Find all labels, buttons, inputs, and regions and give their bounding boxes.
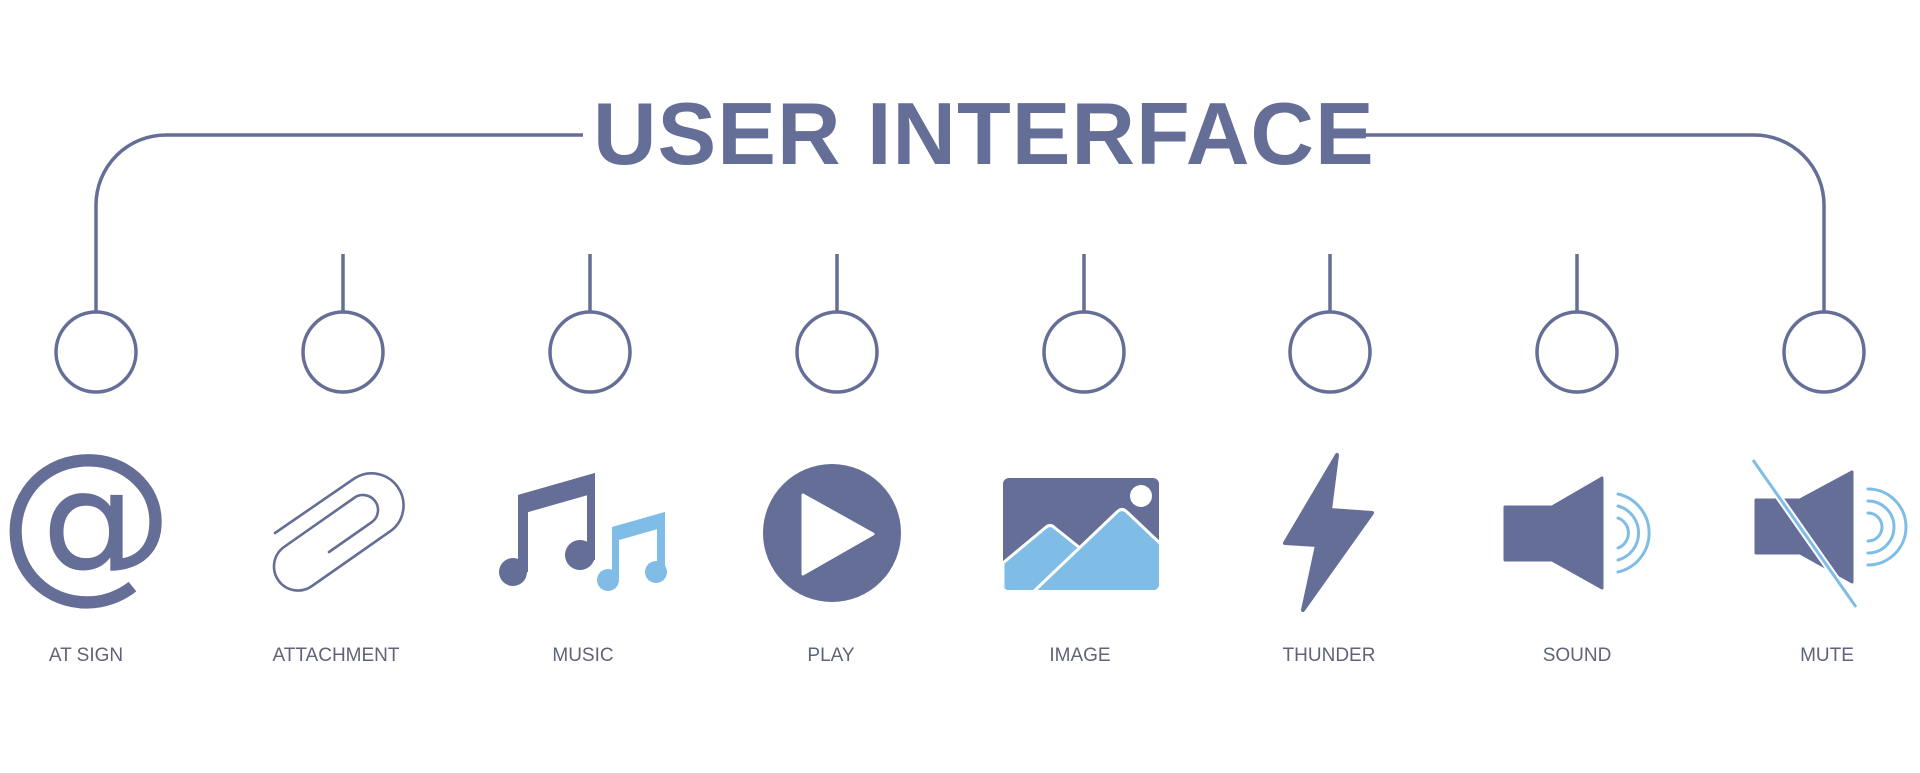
node-circle-attachment xyxy=(301,310,385,394)
music-notes-icon xyxy=(499,473,667,591)
page-title: USER INTERFACE xyxy=(593,84,1375,183)
label-music: MUSIC xyxy=(552,645,614,666)
sun xyxy=(1130,485,1152,507)
lightning-bolt-icon xyxy=(1283,453,1374,612)
music-note-light xyxy=(597,512,667,591)
node-circle-thunder xyxy=(1288,310,1372,394)
label-at-sign: AT SIGN xyxy=(48,645,124,666)
node-circle-image xyxy=(1042,310,1126,394)
node-circle-mute xyxy=(1782,310,1866,394)
at-sign-glyph: @ xyxy=(0,415,174,620)
sound-waves xyxy=(1616,492,1651,574)
label-play: PLAY xyxy=(807,645,855,666)
speaker-sound-icon xyxy=(1503,476,1651,590)
speaker-mute-icon xyxy=(1750,457,1908,610)
music-note-dark xyxy=(499,473,595,586)
node-circle-sound xyxy=(1535,310,1619,394)
bracket-left xyxy=(94,133,583,311)
play-circle-icon xyxy=(763,464,901,602)
infographic: @ USER INTERFACE AT SIGN ATTACHMENT MUSI… xyxy=(0,0,1920,768)
label-image: IMAGE xyxy=(1049,645,1111,666)
label-attachment: ATTACHMENT xyxy=(272,645,400,666)
image-icon xyxy=(1003,478,1159,590)
label-thunder: THUNDER xyxy=(1282,645,1376,666)
at-sign-icon: @ xyxy=(0,415,174,620)
node-circle-play xyxy=(795,310,879,394)
paperclip-icon xyxy=(272,472,405,592)
label-mute: MUTE xyxy=(1800,645,1854,666)
node-circle-at-sign xyxy=(54,310,138,394)
label-sound: SOUND xyxy=(1542,645,1612,666)
mute-sound-waves xyxy=(1866,487,1908,567)
node-circle-music xyxy=(548,310,632,394)
bracket-right xyxy=(1335,133,1826,311)
